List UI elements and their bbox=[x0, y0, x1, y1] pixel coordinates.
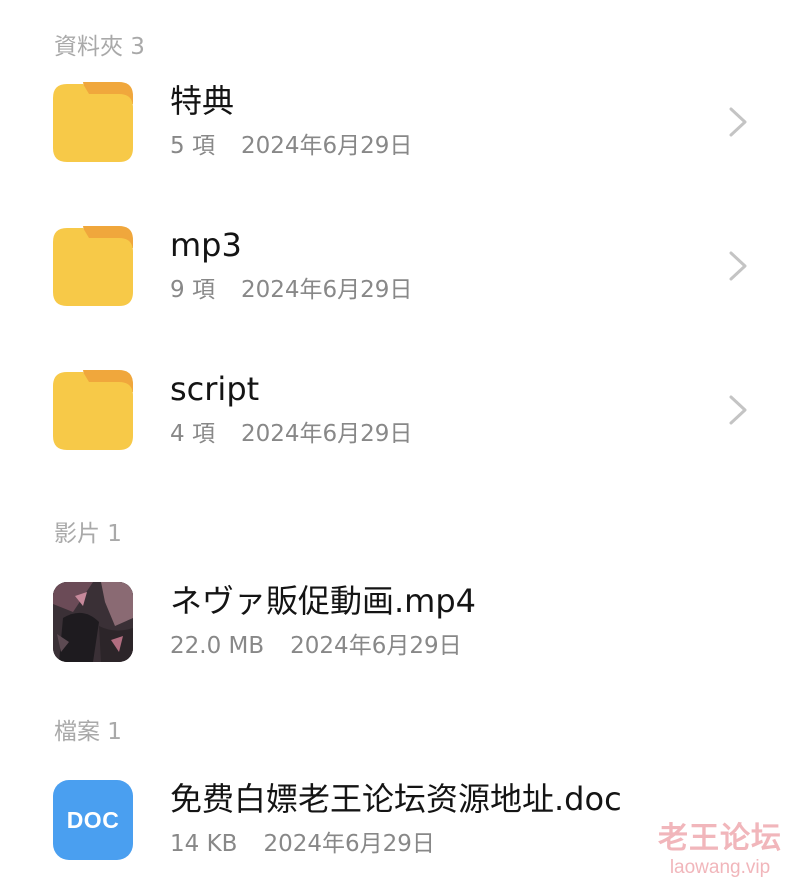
file-name: 免费白嫖老王论坛资源地址.doc bbox=[170, 780, 622, 818]
modified-date: 2024年6月29日 bbox=[240, 277, 413, 303]
file-size: 14 KB bbox=[170, 831, 238, 857]
section-header-folders: 資料夾 3 bbox=[54, 34, 145, 60]
watermark-url: laowang.vip bbox=[669, 857, 771, 878]
folder-name: script bbox=[170, 370, 260, 408]
folder-meta: 9 項 2024年6月29日 bbox=[170, 275, 412, 305]
folder-meta: 5 項 2024年6月29日 bbox=[170, 131, 412, 161]
video-thumbnail bbox=[53, 582, 133, 662]
item-count: 4 項 bbox=[170, 421, 215, 447]
modified-date: 2024年6月29日 bbox=[240, 133, 413, 159]
folder-row-mp3[interactable]: mp3 9 項 2024年6月29日 bbox=[0, 211, 800, 321]
folder-name: mp3 bbox=[170, 226, 242, 264]
folder-row-script[interactable]: script 4 項 2024年6月29日 bbox=[0, 355, 800, 465]
folder-meta: 4 項 2024年6月29日 bbox=[170, 419, 412, 449]
folder-icon bbox=[53, 370, 133, 450]
watermark: 老王论坛 laowang.vip bbox=[658, 822, 782, 880]
section-header-videos: 影片 1 bbox=[54, 521, 122, 547]
modified-date: 2024年6月29日 bbox=[290, 633, 462, 659]
video-meta: 22.0 MB 2024年6月29日 bbox=[170, 631, 462, 661]
file-meta: 14 KB 2024年6月29日 bbox=[170, 829, 435, 859]
folder-row-tokuten[interactable]: 特典 5 項 2024年6月29日 bbox=[0, 67, 800, 177]
item-count: 9 項 bbox=[170, 277, 215, 303]
video-name: ネヴァ販促動画.mp4 bbox=[170, 582, 477, 620]
folder-icon bbox=[53, 226, 133, 306]
file-size: 22.0 MB bbox=[170, 633, 265, 659]
file-browser: 資料夾 3 特典 5 項 2024年6月29日 mp3 9 項 2024年6月29日 bbox=[0, 0, 800, 891]
section-header-files: 檔案 1 bbox=[54, 719, 122, 745]
folder-name: 特典 bbox=[170, 82, 235, 120]
folder-icon bbox=[53, 82, 133, 162]
video-row[interactable]: ネヴァ販促動画.mp4 22.0 MB 2024年6月29日 bbox=[0, 567, 800, 677]
item-count: 5 項 bbox=[170, 133, 215, 159]
modified-date: 2024年6月29日 bbox=[263, 831, 435, 857]
chevron-right-icon bbox=[729, 251, 747, 281]
modified-date: 2024年6月29日 bbox=[240, 421, 413, 447]
chevron-right-icon bbox=[729, 107, 747, 137]
doc-icon: DOC bbox=[53, 780, 133, 860]
chevron-right-icon bbox=[729, 395, 747, 425]
watermark-title: 老王论坛 bbox=[658, 821, 782, 856]
